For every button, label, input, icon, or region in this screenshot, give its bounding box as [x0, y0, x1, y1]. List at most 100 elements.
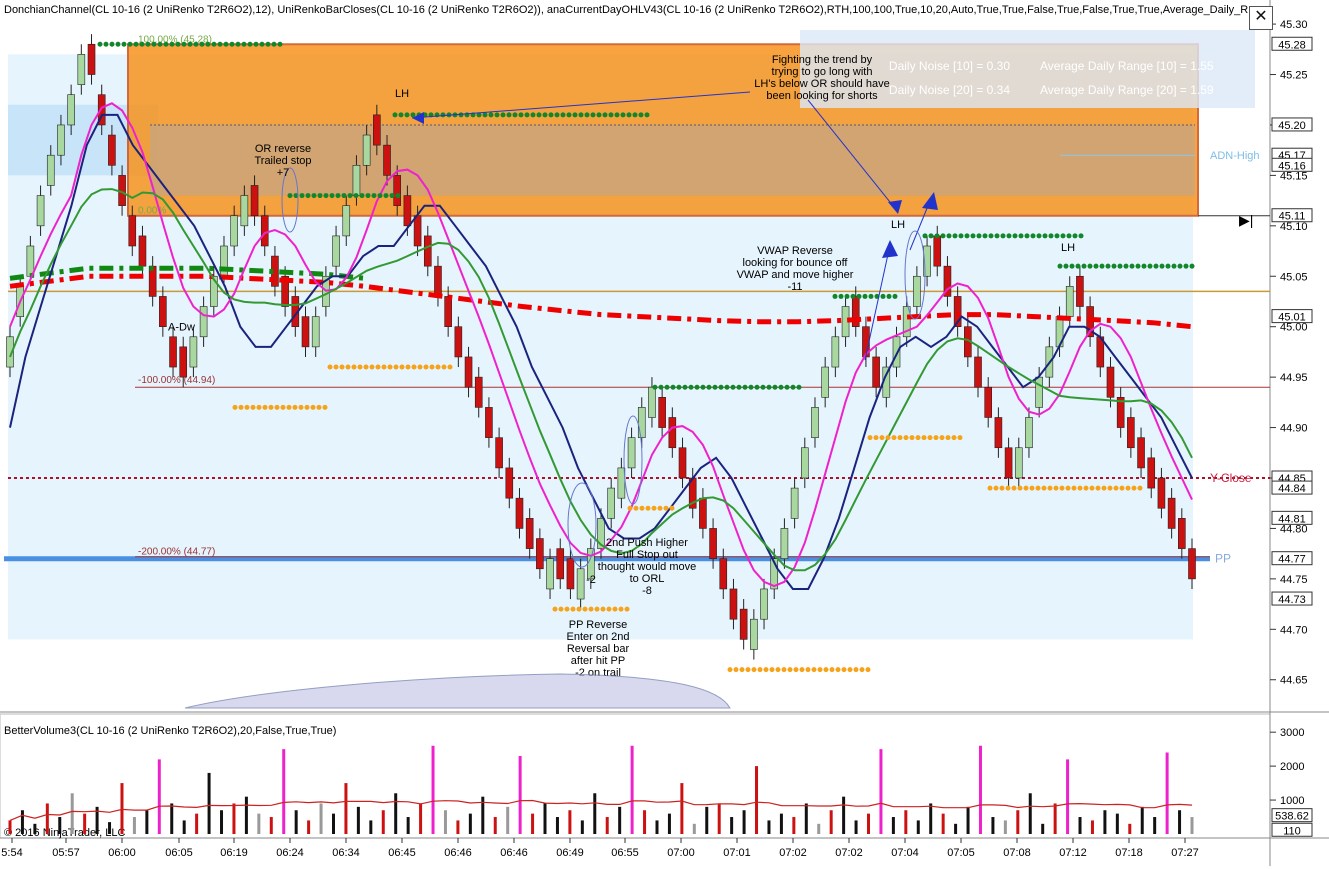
info-right-1: Average Daily Range [20] = 1.59: [1040, 83, 1214, 97]
stop-dots: [903, 435, 909, 441]
y-close-label: Y-Close: [1210, 471, 1252, 485]
time-tick-label: 07:08: [1003, 847, 1031, 859]
pct-0-label: 0.00%: [138, 206, 166, 217]
stop-dots: [238, 404, 244, 410]
stop-dots: [760, 384, 766, 390]
stop-dots: [1141, 263, 1147, 269]
stop-dots: [727, 667, 733, 673]
annotation-pp-reverse: Reversal bar: [567, 643, 630, 655]
stop-dots: [928, 233, 934, 239]
annotation-or-reverse: Trailed stop: [254, 155, 311, 167]
stop-dots: [994, 233, 1000, 239]
stop-dots: [1012, 233, 1018, 239]
annotation-or-reverse: OR reverse: [255, 143, 311, 155]
volume-marker-label: 538.62: [1275, 811, 1309, 823]
stop-dots: [1069, 263, 1075, 269]
stop-dots: [1065, 485, 1071, 491]
stop-dots: [109, 41, 115, 47]
price-marker-label: 45.20: [1278, 120, 1306, 132]
stop-dots: [1111, 263, 1117, 269]
stop-dots: [724, 384, 730, 390]
stop-dots: [371, 193, 377, 199]
annotation-second-push: 2nd Push Higher: [606, 537, 688, 549]
stop-dots: [524, 112, 530, 118]
stop-dots: [1071, 485, 1077, 491]
stop-dots: [964, 233, 970, 239]
candle-body: [413, 215, 422, 247]
stop-dots: [909, 435, 915, 441]
stop-dots: [1095, 485, 1101, 491]
candle-body: [423, 235, 432, 267]
candle-body: [454, 326, 463, 358]
time-tick-label: 06:46: [444, 847, 472, 859]
annotation-fighting-trend: trying to go long with: [772, 66, 873, 78]
stop-dots: [584, 112, 590, 118]
stop-dots: [1137, 485, 1143, 491]
stop-dots: [317, 193, 323, 199]
stop-dots: [1125, 485, 1131, 491]
candle-body: [444, 296, 452, 327]
stop-dots: [1117, 263, 1123, 269]
candle-body: [46, 154, 55, 186]
candle-body: [485, 407, 493, 438]
candle-body: [780, 528, 789, 559]
stop-dots: [1054, 233, 1060, 239]
stop-dots: [392, 112, 398, 118]
annotation-vwap-reverse: looking for bounce off: [743, 257, 849, 269]
stop-dots: [305, 193, 311, 199]
stop-dots: [879, 435, 885, 441]
stop-dots: [766, 384, 772, 390]
stop-dots: [335, 193, 341, 199]
price-marker-label: 45.11: [1279, 211, 1306, 223]
stop-dots: [838, 293, 844, 299]
candle-body: [260, 215, 269, 247]
annotation-second-push: thought would move: [598, 561, 696, 573]
time-tick-label: 06:05: [165, 847, 193, 859]
stop-dots: [945, 435, 951, 441]
stop-dots: [951, 435, 957, 441]
stop-dots: [754, 384, 760, 390]
stop-dots: [1171, 263, 1177, 269]
stop-dots: [145, 41, 151, 47]
stop-dots: [1023, 485, 1029, 491]
stop-dots: [1017, 485, 1023, 491]
stop-dots: [718, 384, 724, 390]
stop-dots: [886, 293, 892, 299]
stop-dots: [440, 112, 446, 118]
candle-body: [648, 386, 656, 418]
candle-body: [179, 346, 188, 378]
stop-dots: [867, 435, 873, 441]
stop-dots: [393, 364, 399, 370]
volume-marker-label: 110: [1283, 825, 1301, 837]
annotation-vwap-reverse: -11: [787, 281, 802, 293]
stop-dots: [976, 233, 982, 239]
candle-body: [750, 618, 758, 650]
adn-high-label: ADN-High: [1210, 150, 1260, 162]
stop-dots: [1189, 263, 1195, 269]
stop-dots: [1099, 263, 1105, 269]
chart-canvas: Daily Noise [10] = 0.30 Average Daily Ran…: [0, 0, 1329, 866]
stop-dots: [464, 112, 470, 118]
candle-body: [1167, 497, 1176, 529]
stop-dots: [757, 667, 763, 673]
stop-dots: [353, 193, 359, 199]
scroll-end-icon[interactable]: ▶|: [1239, 212, 1261, 228]
stop-dots: [958, 233, 964, 239]
candle-body: [576, 568, 585, 600]
candle-body: [566, 558, 575, 590]
stop-dots: [181, 41, 187, 47]
close-button[interactable]: ✕: [1249, 6, 1273, 30]
stop-dots: [590, 112, 596, 118]
candle-body: [393, 175, 402, 206]
candle-body: [138, 235, 147, 267]
price-tick-label: 45.30: [1280, 19, 1308, 31]
stop-dots: [1075, 263, 1081, 269]
stop-dots: [262, 404, 268, 410]
stop-dots: [564, 606, 570, 612]
candle-body: [383, 144, 391, 176]
candle-body: [301, 316, 310, 348]
stop-dots: [921, 435, 927, 441]
stop-dots: [223, 41, 229, 47]
stop-dots: [1183, 263, 1189, 269]
candle-body: [719, 558, 728, 590]
